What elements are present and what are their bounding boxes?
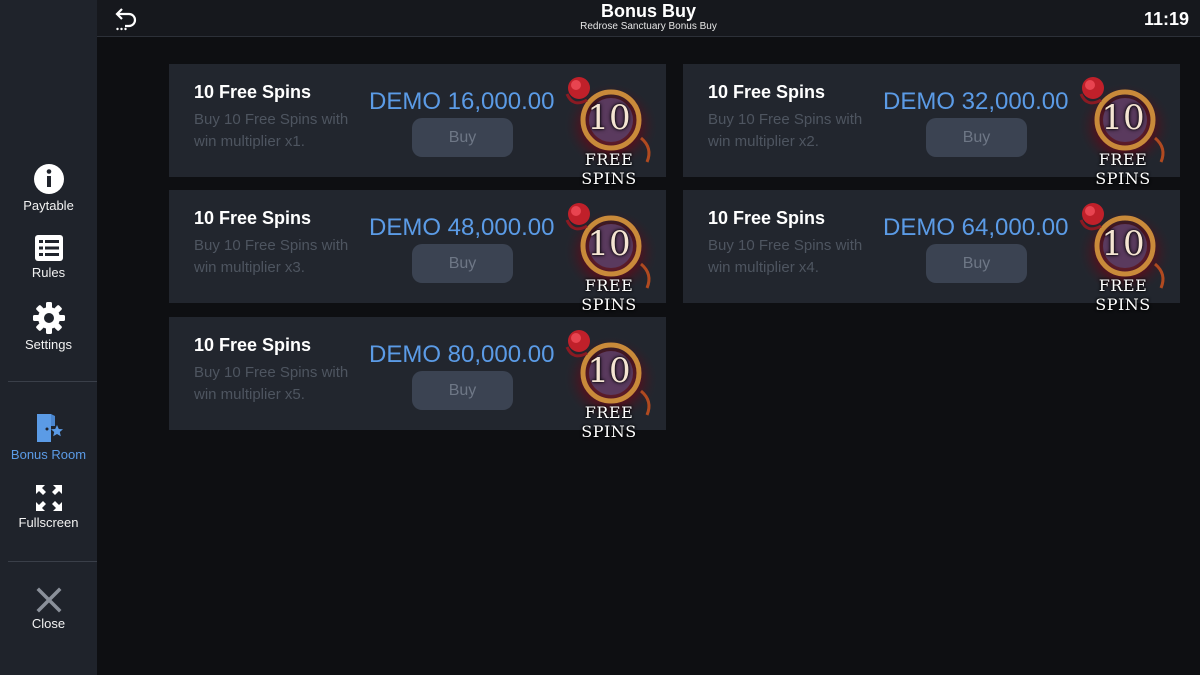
buy-button[interactable]: Buy xyxy=(412,118,513,157)
free-spins-artwork: 10 FREE SPINS xyxy=(557,200,661,314)
bonus-title: 10 Free Spins xyxy=(708,208,826,228)
buy-button[interactable]: Buy xyxy=(926,244,1027,283)
bonus-card: 10 Free Spins Buy 10 Free Spins with win… xyxy=(169,317,666,441)
free-spins-count: 10 xyxy=(1101,224,1145,264)
bonus-description: Buy 10 Free Spins with win multiplier x1… xyxy=(194,111,349,150)
sidebar-item-label: Fullscreen xyxy=(18,515,79,530)
bonus-description: Buy 10 Free Spins with win multiplier x5… xyxy=(194,364,349,403)
bonus-price: DEMO 32,000.00 xyxy=(883,88,1069,115)
sidebar-item-paytable[interactable]: Paytable xyxy=(0,163,97,213)
free-spins-count: 10 xyxy=(587,351,631,391)
sidebar-item-label: Close xyxy=(31,616,66,631)
buy-button[interactable]: Buy xyxy=(926,118,1027,157)
bonus-price: DEMO 80,000.00 xyxy=(369,341,555,368)
bonus-description: Buy 10 Free Spins with win multiplier x4… xyxy=(708,237,863,276)
sidebar-item-label: Rules xyxy=(31,265,66,280)
bonus-room-icon xyxy=(36,414,63,442)
free-spins-artwork: 10 FREE SPINS xyxy=(1071,74,1175,188)
header-bar: Bonus Buy Redrose Sanctuary Bonus Buy 11… xyxy=(97,0,1200,37)
sidebar-item-label: Bonus Room xyxy=(10,447,87,462)
free-spins-label: FREE SPINS xyxy=(581,150,637,188)
sidebar-item-settings[interactable]: Settings xyxy=(0,302,97,352)
bonus-price: DEMO 48,000.00 xyxy=(369,214,555,241)
sidebar-divider xyxy=(8,561,97,562)
free-spins-count: 10 xyxy=(587,224,631,264)
bonus-title: 10 Free Spins xyxy=(194,335,312,355)
bonus-description: Buy 10 Free Spins with win multiplier x2… xyxy=(708,111,863,150)
sidebar-item-label: Paytable xyxy=(23,198,74,213)
bonus-price: DEMO 64,000.00 xyxy=(883,214,1069,241)
clock: 11:19 xyxy=(1143,9,1189,29)
bonus-card: 10 Free Spins Buy 10 Free Spins with win… xyxy=(683,64,1180,188)
sidebar-item-fullscreen[interactable]: Fullscreen xyxy=(0,484,97,530)
sidebar-divider xyxy=(8,381,97,382)
free-spins-label: FREE SPINS xyxy=(581,276,637,314)
sidebar-item-label: Settings xyxy=(25,337,72,352)
gear-icon xyxy=(32,302,65,334)
bonus-card: 10 Free Spins Buy 10 Free Spins with win… xyxy=(169,190,666,314)
bonus-description: Buy 10 Free Spins with win multiplier x3… xyxy=(194,237,349,276)
page-title: Bonus Buy xyxy=(600,1,696,21)
free-spins-label: FREE SPINS xyxy=(1095,150,1151,188)
bonus-title: 10 Free Spins xyxy=(194,82,312,102)
free-spins-artwork: 10 FREE SPINS xyxy=(557,74,661,188)
free-spins-artwork: 10 FREE SPINS xyxy=(1071,200,1175,314)
close-icon xyxy=(36,587,61,613)
free-spins-count: 10 xyxy=(587,98,631,138)
free-spins-count: 10 xyxy=(1101,98,1145,138)
bonus-title: 10 Free Spins xyxy=(708,82,826,102)
free-spins-label: FREE SPINS xyxy=(1095,276,1151,314)
free-spins-label: FREE SPINS xyxy=(581,403,637,441)
fullscreen-icon xyxy=(35,485,62,511)
sidebar: Paytable Rules Settings Bonus Room Fulls… xyxy=(0,0,97,675)
bonus-card: 10 Free Spins Buy 10 Free Spins with win… xyxy=(683,190,1180,314)
bonus-title: 10 Free Spins xyxy=(194,208,312,228)
sidebar-item-bonus-room[interactable]: Bonus Room xyxy=(0,412,97,462)
page-subtitle: Redrose Sanctuary Bonus Buy xyxy=(580,21,717,32)
buy-button[interactable]: Buy xyxy=(412,371,513,410)
sidebar-item-rules[interactable]: Rules xyxy=(0,234,97,280)
free-spins-artwork: 10 FREE SPINS xyxy=(557,327,661,441)
bonus-price: DEMO 16,000.00 xyxy=(369,88,555,115)
list-icon xyxy=(34,235,63,261)
bonus-card: 10 Free Spins Buy 10 Free Spins with win… xyxy=(169,64,666,188)
info-icon xyxy=(33,164,64,194)
sidebar-item-close[interactable]: Close xyxy=(0,587,97,631)
buy-button[interactable]: Buy xyxy=(412,244,513,283)
